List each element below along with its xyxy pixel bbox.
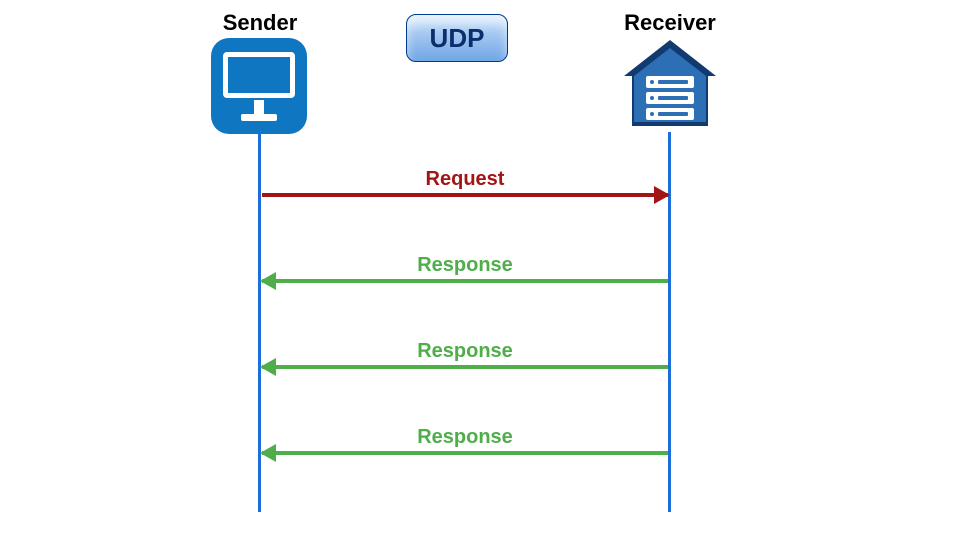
message-arrow-response-2: Response [262,340,668,380]
message-label: Response [262,340,668,363]
message-label: Response [262,426,668,449]
udp-protocol-badge: UDP [406,14,508,62]
receiver-label: Receiver [590,10,750,36]
message-label: Response [262,254,668,277]
udp-sequence-diagram: Sender Receiver UDP Request R [0,0,960,540]
computer-monitor-icon [211,38,307,134]
server-house-icon [620,36,720,132]
sender-label: Sender [180,10,340,36]
message-arrow-response-1: Response [262,254,668,294]
message-label: Request [262,168,668,191]
message-arrow-response-3: Response [262,426,668,466]
message-arrow-request: Request [262,168,668,208]
